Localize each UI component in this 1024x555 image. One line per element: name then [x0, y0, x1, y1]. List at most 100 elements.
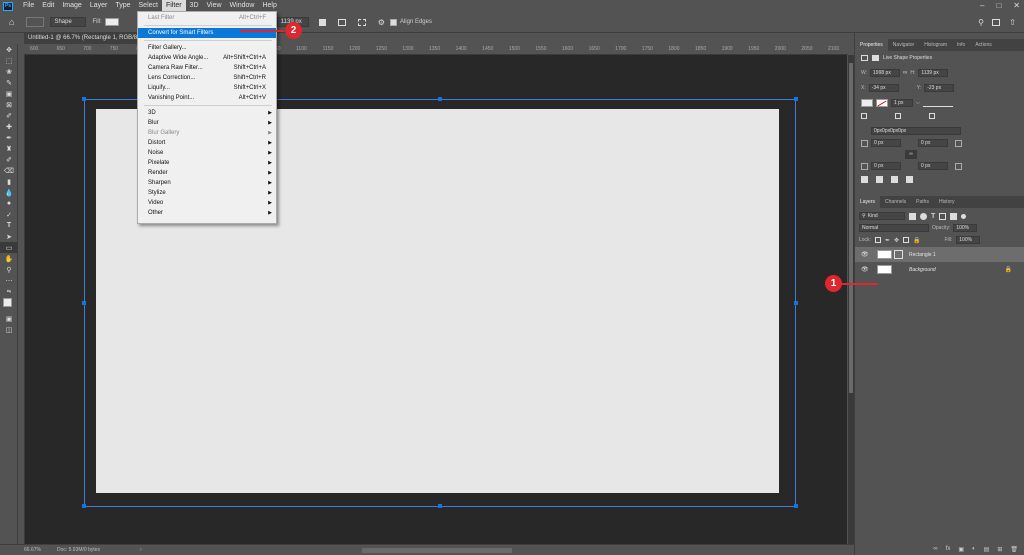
close-icon[interactable]: ✕: [1013, 0, 1020, 12]
filter-menu-item-noise[interactable]: Noise ▶: [138, 148, 276, 158]
brush-tool-icon[interactable]: ✒: [0, 132, 18, 143]
path-align-icon[interactable]: [337, 18, 346, 26]
transform-handle[interactable]: [438, 504, 442, 508]
filter-menu-item-camera-raw-filter[interactable]: Camera Raw Filter... Shift+Ctrl+A: [138, 63, 276, 73]
quick-select-tool-icon[interactable]: ✎: [0, 77, 18, 88]
lock-position-icon[interactable]: ✥: [894, 237, 899, 244]
transform-handle[interactable]: [82, 504, 86, 508]
eyedropper-tool-icon[interactable]: ✐: [0, 110, 18, 121]
dodge-tool-icon[interactable]: ●: [0, 198, 18, 209]
color-swatches[interactable]: [0, 297, 18, 313]
history-brush-tool-icon[interactable]: ✐: [0, 154, 18, 165]
filter-pixel-icon[interactable]: [909, 212, 916, 220]
shape-mode-select[interactable]: Shape: [50, 17, 87, 27]
workspace-icon[interactable]: [992, 18, 1000, 26]
zoom-tool-icon[interactable]: ⚲: [0, 264, 18, 275]
tab-navigator[interactable]: Navigator: [888, 39, 919, 51]
screen-mode-icon[interactable]: ◫: [0, 324, 18, 335]
group-folder-icon[interactable]: ▤: [984, 546, 990, 553]
path-op-exclude-icon[interactable]: [906, 176, 913, 183]
layer-row-rectangle[interactable]: 👁 Rectangle 1: [855, 247, 1024, 262]
home-icon[interactable]: ⌂: [9, 17, 14, 27]
marquee-tool-icon[interactable]: ⬚: [0, 55, 18, 66]
path-op-subtract-icon[interactable]: [876, 176, 883, 183]
document-tab[interactable]: Untitled-1 @ 66.7% (Rectangle 1, RGB/8: [24, 33, 142, 44]
foreground-color[interactable]: [3, 298, 12, 307]
trash-icon[interactable]: 🗑: [1010, 546, 1018, 553]
link-corners-icon[interactable]: ∞: [905, 150, 917, 159]
filter-type-icon[interactable]: T: [931, 213, 935, 220]
filter-menu-item-stylize[interactable]: Stylize ▶: [138, 188, 276, 198]
lasso-tool-icon[interactable]: ❀: [0, 66, 18, 77]
healing-tool-icon[interactable]: ✚: [0, 121, 18, 132]
stroke-align-icon[interactable]: [861, 113, 867, 119]
menu-layer[interactable]: Layer: [86, 0, 112, 12]
crop-tool-icon[interactable]: ▣: [0, 88, 18, 99]
fill-swatch[interactable]: [104, 18, 119, 26]
menu-file[interactable]: File: [19, 0, 38, 12]
frame-tool-icon[interactable]: ⊠: [0, 99, 18, 110]
doc-size[interactable]: Doc: 5.93M/0 bytes: [57, 547, 100, 553]
adjustment-icon[interactable]: ◐: [972, 546, 976, 553]
layer-row-background[interactable]: 👁 Background 🔒: [855, 262, 1024, 277]
filter-shape-icon[interactable]: [939, 212, 947, 220]
path-arrange-icon[interactable]: [357, 18, 366, 26]
gear-icon[interactable]: ⚙: [378, 18, 385, 27]
w-input[interactable]: 1998 px: [870, 69, 901, 77]
filter-menu-item-blur-gallery[interactable]: Blur Gallery ▶: [138, 128, 276, 138]
filter-menu-item-pixelate[interactable]: Pixelate ▶: [138, 158, 276, 168]
quick-mask-icon[interactable]: ▣: [0, 313, 18, 324]
fill-input[interactable]: 100%: [956, 236, 981, 244]
tab-layers[interactable]: Layers: [855, 196, 881, 208]
layer-kind-filter[interactable]: ⚲ Kind: [859, 212, 905, 220]
corner-bl-input[interactable]: 0 px: [871, 162, 901, 170]
filter-menu-item-other[interactable]: Other ▶: [138, 208, 276, 218]
new-layer-icon[interactable]: ⊞: [997, 546, 1002, 553]
x-input[interactable]: -34 px: [868, 84, 899, 92]
tool-preset-picker[interactable]: [26, 17, 45, 27]
shape-fill-swatch[interactable]: [861, 99, 873, 107]
filter-adjust-icon[interactable]: [920, 212, 927, 220]
menu-image[interactable]: Image: [58, 0, 85, 12]
maximize-icon[interactable]: □: [996, 0, 1001, 12]
menu-type[interactable]: Type: [111, 0, 134, 12]
menu-edit[interactable]: Edit: [38, 0, 58, 12]
layer-name[interactable]: Background: [909, 267, 936, 273]
filter-menu-item-sharpen[interactable]: Sharpen ▶: [138, 178, 276, 188]
filter-menu-item-lens-correction[interactable]: Lens Correction... Shift+Ctrl+R: [138, 73, 276, 83]
filter-menu-item-last-filter[interactable]: Last Filter Alt+Ctrl+F: [138, 13, 276, 23]
path-select-tool-icon[interactable]: ➤: [0, 231, 18, 242]
align-edges-checkbox[interactable]: [389, 18, 397, 26]
lock-icon[interactable]: 🔒: [1005, 266, 1012, 273]
gradient-tool-icon[interactable]: ▮: [0, 176, 18, 187]
path-ops-icon[interactable]: [318, 18, 326, 26]
filter-toggle-icon[interactable]: [961, 213, 967, 219]
stroke-corners-icon[interactable]: [929, 113, 935, 119]
more-tools-icon[interactable]: ⋯: [0, 275, 18, 286]
tab-history[interactable]: History: [934, 196, 960, 208]
stroke-size-input[interactable]: 1 px: [891, 99, 913, 107]
status-arrow-icon[interactable]: ›: [140, 547, 142, 553]
corner-radius-summary[interactable]: 0px0px0px0px: [871, 127, 961, 135]
visibility-eye-icon[interactable]: 👁: [861, 251, 871, 258]
filter-menu-item-3d[interactable]: 3D ▶: [138, 108, 276, 118]
filter-menu-item-distort[interactable]: Distort ▶: [138, 138, 276, 148]
scrollbar-thumb[interactable]: [849, 63, 853, 393]
filter-menu-item-render[interactable]: Render ▶: [138, 168, 276, 178]
filter-menu-item-liquify[interactable]: Liquify... Shift+Ctrl+X: [138, 83, 276, 93]
move-tool-icon[interactable]: ✥: [0, 44, 18, 55]
add-mask-icon[interactable]: ▣: [958, 546, 964, 553]
tab-actions[interactable]: Actions: [970, 39, 996, 51]
path-op-combine-icon[interactable]: [861, 176, 868, 183]
lock-pixels-icon[interactable]: [874, 237, 881, 243]
stroke-type-select[interactable]: [922, 99, 953, 107]
h-input[interactable]: 1139 px: [918, 69, 949, 77]
lock-artboard-icon[interactable]: [903, 237, 910, 243]
tab-channels[interactable]: Channels: [880, 196, 911, 208]
visibility-eye-icon[interactable]: 👁: [861, 266, 871, 273]
path-op-intersect-icon[interactable]: [891, 176, 898, 183]
stroke-caps-icon[interactable]: [895, 113, 901, 119]
fx-icon[interactable]: fx: [946, 546, 951, 553]
corner-br-input[interactable]: 0 px: [918, 162, 948, 170]
transform-handle[interactable]: [438, 97, 442, 101]
